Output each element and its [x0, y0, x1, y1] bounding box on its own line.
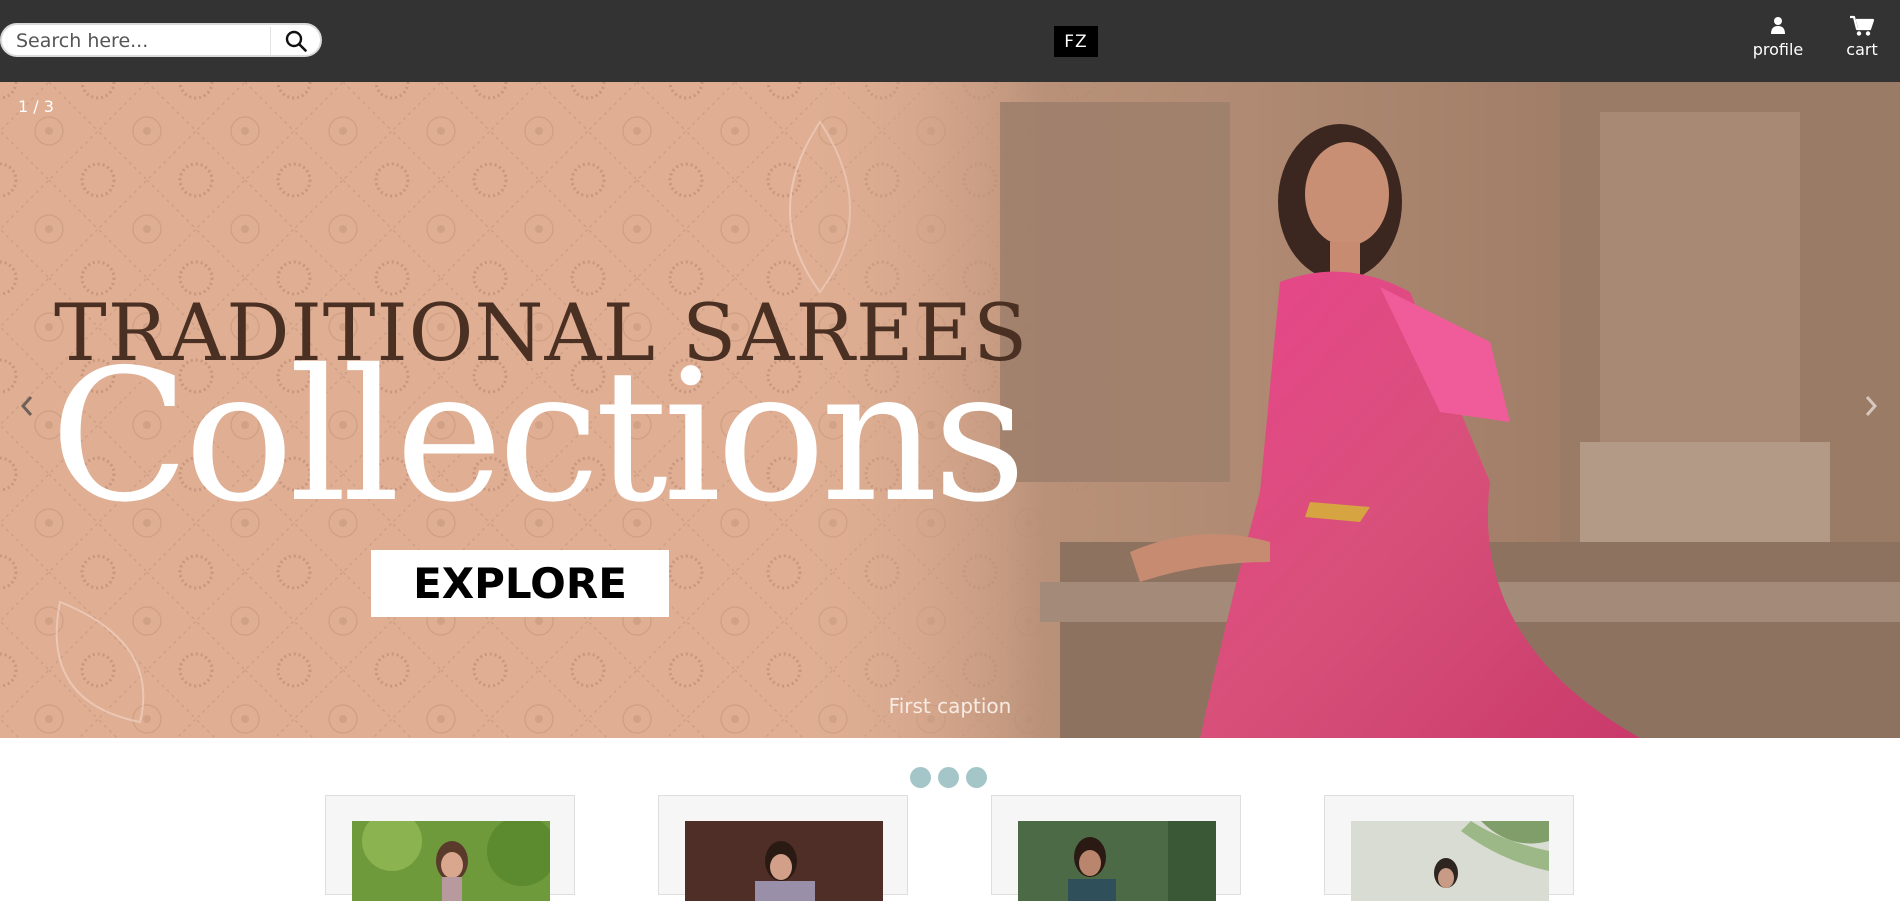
product-image: [1018, 821, 1216, 901]
carousel-indicators: [910, 767, 987, 788]
carousel-dot[interactable]: [910, 767, 931, 788]
carousel-next-button[interactable]: [1856, 386, 1886, 426]
cart-button[interactable]: cart: [1844, 15, 1880, 59]
product-image: [685, 821, 883, 901]
site-logo[interactable]: FZ: [1054, 26, 1098, 57]
search-icon: [285, 30, 307, 52]
product-card[interactable]: [1324, 795, 1574, 901]
carousel-dot[interactable]: [966, 767, 987, 788]
carousel-dot[interactable]: [938, 767, 959, 788]
search-input[interactable]: [16, 29, 266, 53]
chevron-right-icon: [1865, 396, 1878, 416]
hero-script-text: Collections: [50, 330, 1026, 542]
slide-counter: 1 / 3: [18, 97, 54, 116]
product-card[interactable]: [991, 795, 1241, 901]
product-image: [352, 821, 550, 901]
profile-button[interactable]: profile: [1752, 15, 1804, 59]
cart-label: cart: [1846, 40, 1878, 59]
slide-caption: First caption: [888, 694, 1012, 718]
hero-carousel: 1 / 3 TRADITIONAL SAREES Collections EXP…: [0, 82, 1900, 738]
profile-label: profile: [1752, 40, 1804, 59]
product-card[interactable]: [658, 795, 908, 901]
search-button[interactable]: [270, 27, 320, 55]
explore-button[interactable]: EXPLORE: [371, 550, 669, 617]
user-icon: [1771, 17, 1785, 34]
carousel-prev-button[interactable]: [12, 386, 42, 426]
cart-icon: [1850, 15, 1875, 36]
product-image: [1351, 821, 1549, 901]
search-box: [0, 23, 322, 57]
chevron-left-icon: [20, 396, 33, 416]
header-bar: FZ profile cart: [0, 0, 1900, 82]
product-card[interactable]: [325, 795, 575, 901]
